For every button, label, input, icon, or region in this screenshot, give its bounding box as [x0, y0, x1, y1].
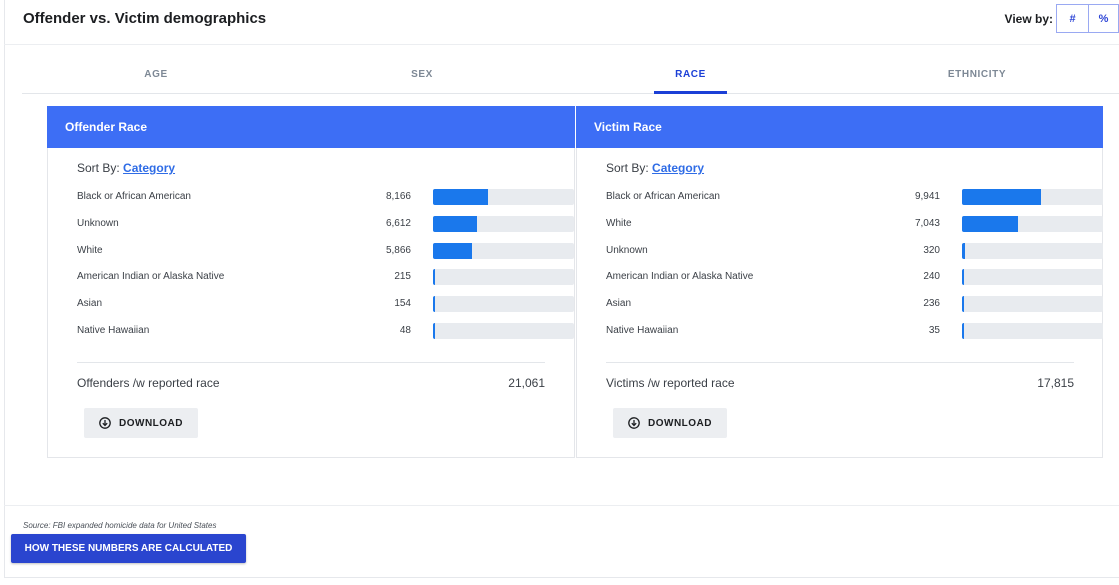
- download-button[interactable]: DOWNLOAD: [613, 408, 727, 438]
- total-value: 21,061: [508, 376, 545, 390]
- category-label: Unknown: [606, 244, 648, 256]
- bar-track: [962, 296, 1103, 313]
- category-label: American Indian or Alaska Native: [606, 271, 754, 283]
- view-by-percent-button[interactable]: %: [1089, 4, 1119, 33]
- panel-title: Victim Race: [576, 106, 1103, 148]
- bar: [962, 215, 1018, 232]
- value-label: 7,043: [914, 217, 940, 229]
- category-label: Unknown: [77, 217, 119, 229]
- bar-track: [962, 189, 1103, 205]
- bar: [433, 215, 478, 232]
- victim-race-panel: Victim Race Sort By: Category Black or A…: [576, 106, 1103, 458]
- value-label: 8,166: [385, 191, 411, 202]
- view-by-label: View by:: [1004, 11, 1053, 26]
- view-by-count-button[interactable]: #: [1056, 4, 1089, 33]
- value-label: 48: [399, 325, 411, 336]
- value-label: 5,866: [385, 244, 411, 256]
- bar: [962, 296, 964, 313]
- total-label: Victims /w reported race: [606, 376, 735, 390]
- total-divider: [606, 362, 1074, 363]
- sort-by: Sort By: Category: [77, 161, 175, 175]
- category-label: Asian: [77, 298, 103, 310]
- view-by-toggle: View by: # %: [1005, 4, 1119, 33]
- category-label: Black or African American: [77, 191, 191, 202]
- category-label: Native Hawaiian: [77, 325, 150, 336]
- bar-track: [962, 215, 1103, 232]
- download-icon: [99, 417, 111, 429]
- tab-age[interactable]: AGE: [136, 69, 176, 80]
- value-label: 320: [923, 244, 940, 256]
- demographic-tabs: AGE SEX RACE ETHNICITY: [22, 58, 1119, 94]
- sort-by-category-link[interactable]: Category: [123, 161, 175, 175]
- sort-by-category-link[interactable]: Category: [652, 161, 704, 175]
- panel-title: Offender Race: [47, 106, 575, 148]
- how-numbers-calculated-button[interactable]: HOW THESE NUMBERS ARE CALCULATED: [11, 534, 246, 563]
- header-divider: [4, 44, 1119, 45]
- tab-ethnicity[interactable]: ETHNICITY: [937, 69, 1017, 80]
- value-label: 35: [928, 325, 940, 336]
- download-label: DOWNLOAD: [119, 417, 183, 429]
- bar-track: [433, 323, 574, 339]
- bar: [433, 323, 435, 339]
- bar-track: [433, 242, 574, 259]
- total-value: 17,815: [1037, 376, 1074, 390]
- sort-by-label: Sort By:: [606, 161, 649, 175]
- bar-track: [962, 269, 1103, 286]
- download-icon: [628, 417, 640, 429]
- bar-track: [962, 323, 1103, 339]
- bar: [433, 242, 473, 259]
- source-note: Source: FBI expanded homicide data for U…: [23, 521, 217, 530]
- sort-by: Sort By: Category: [606, 161, 704, 175]
- value-label: 9,941: [914, 191, 940, 202]
- bar-track: [433, 189, 574, 205]
- value-label: 6,612: [385, 217, 411, 229]
- bar: [962, 189, 1041, 205]
- category-label: White: [606, 217, 632, 229]
- value-label: 240: [923, 271, 940, 283]
- bar: [433, 269, 435, 286]
- footer-divider: [4, 505, 1119, 506]
- page-title: Offender vs. Victim demographics: [23, 10, 267, 27]
- sort-by-label: Sort By:: [77, 161, 120, 175]
- bar: [433, 296, 435, 313]
- download-label: DOWNLOAD: [648, 417, 712, 429]
- category-label: Black or African American: [606, 191, 720, 202]
- category-label: Asian: [606, 298, 632, 310]
- value-label: 236: [923, 298, 940, 310]
- bar-track: [962, 242, 1103, 259]
- total-label: Offenders /w reported race: [77, 376, 220, 390]
- value-label: 154: [394, 298, 411, 310]
- bar: [433, 189, 488, 205]
- bar-track: [433, 296, 574, 313]
- bar: [962, 269, 964, 286]
- value-label: 215: [394, 271, 411, 283]
- bar-track: [433, 215, 574, 232]
- category-label: White: [77, 244, 103, 256]
- tab-race[interactable]: RACE: [667, 69, 714, 80]
- tab-sex[interactable]: SEX: [402, 69, 442, 80]
- bar: [962, 242, 965, 259]
- total-divider: [77, 362, 545, 363]
- bar-track: [433, 269, 574, 286]
- bar: [962, 323, 964, 339]
- offender-race-panel: Offender Race Sort By: Category Black or…: [47, 106, 575, 458]
- category-label: American Indian or Alaska Native: [77, 271, 225, 283]
- category-label: Native Hawaiian: [606, 325, 679, 336]
- download-button[interactable]: DOWNLOAD: [84, 408, 198, 438]
- active-tab-indicator: [654, 91, 727, 94]
